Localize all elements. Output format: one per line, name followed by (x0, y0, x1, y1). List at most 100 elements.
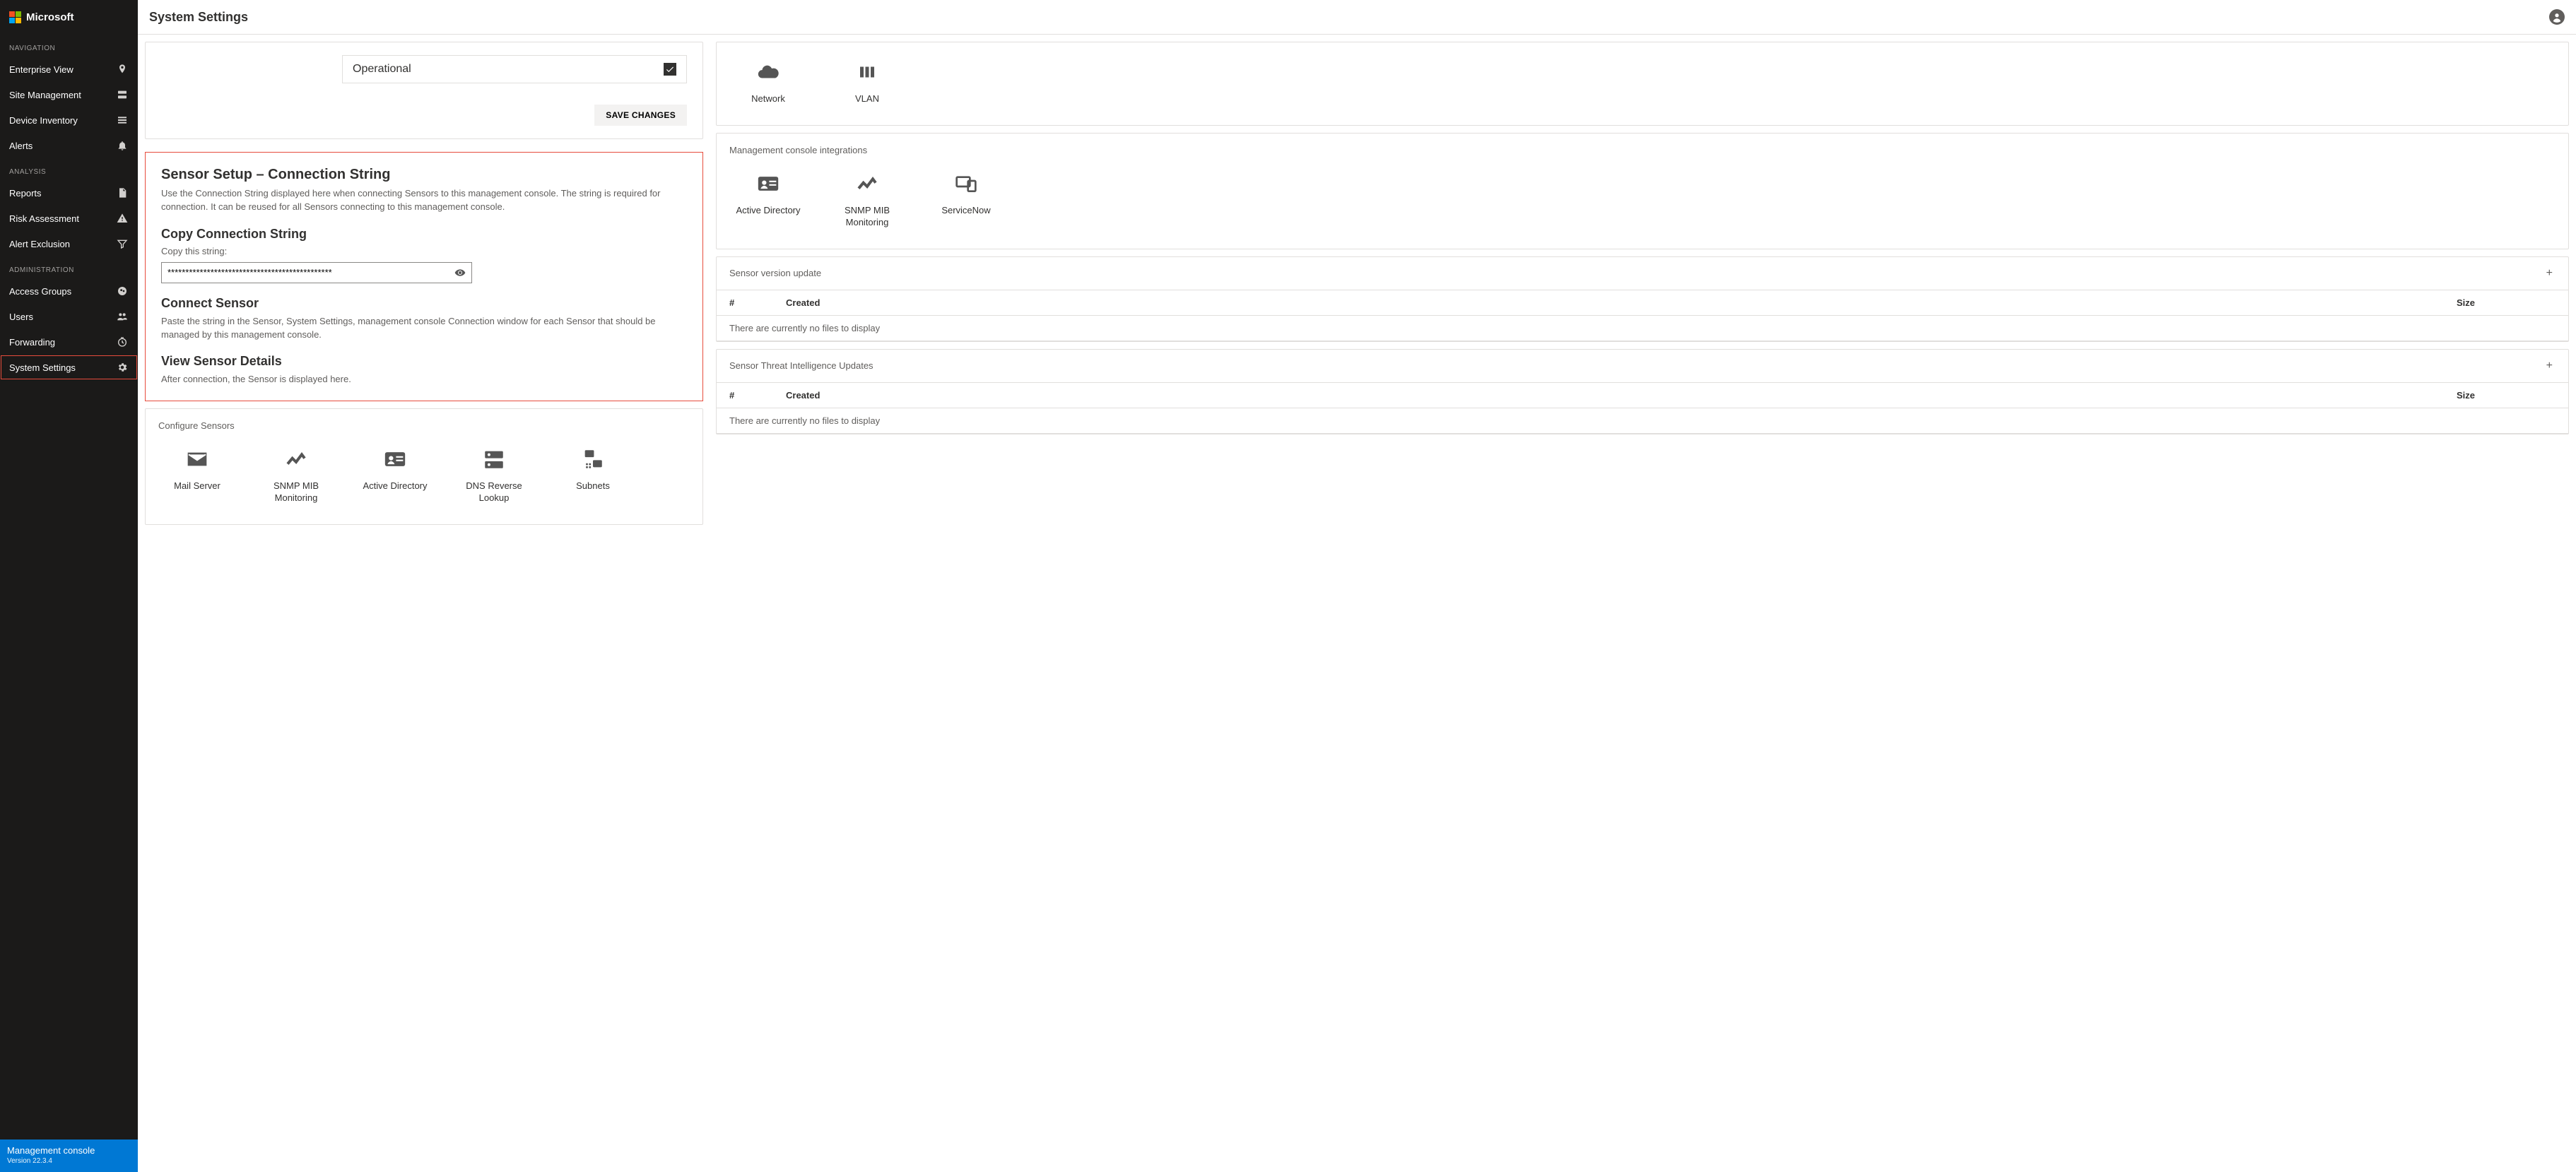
badge-icon (752, 171, 784, 196)
chart-line-icon (280, 446, 312, 472)
tile-snmp-mib[interactable]: SNMP MIB Monitoring (250, 439, 342, 511)
warning-icon (116, 212, 129, 225)
badge-icon (379, 446, 411, 472)
tile-mail-server[interactable]: Mail Server (151, 439, 243, 511)
sensor-version-title: Sensor version update (729, 268, 821, 278)
tile-subnets[interactable]: Subnets (547, 439, 639, 511)
sidebar-item-label: Device Inventory (9, 115, 78, 126)
tile-label: Mail Server (174, 480, 220, 492)
sidebar-item-system-settings[interactable]: System Settings (0, 355, 138, 380)
devices-icon (950, 171, 982, 196)
configure-sensors-title: Configure Sensors (146, 409, 702, 439)
tile-label: SNMP MIB Monitoring (824, 205, 910, 229)
footer-title: Management console (7, 1145, 131, 1156)
tile-label: Active Directory (363, 480, 427, 492)
threat-intel-title: Sensor Threat Intelligence Updates (729, 360, 874, 371)
add-version-button[interactable]: + (2543, 267, 2556, 280)
sidebar-item-risk-assessment[interactable]: Risk Assessment (0, 206, 138, 231)
table-empty-message: There are currently no files to display (717, 315, 2568, 341)
configure-sensors-card: Configure Sensors Mail Server SNMP MIB M… (145, 408, 703, 525)
connect-sensor-title: Connect Sensor (161, 296, 687, 311)
tile-active-directory[interactable]: Active Directory (349, 439, 441, 511)
sidebar-item-label: Enterprise View (9, 64, 73, 75)
sidebar-item-label: Access Groups (9, 286, 71, 297)
user-icon (2551, 11, 2563, 23)
dns-icon (478, 446, 510, 472)
check-icon (665, 64, 675, 74)
view-sensor-title: View Sensor Details (161, 354, 687, 369)
col-created: Created (786, 390, 2457, 401)
sidebar-item-label: Alerts (9, 141, 33, 151)
col-number: # (729, 390, 786, 401)
reveal-icon[interactable] (454, 267, 466, 278)
add-threat-intel-button[interactable]: + (2543, 360, 2556, 372)
subnets-icon (577, 446, 609, 472)
mail-icon (181, 446, 213, 472)
page-title: System Settings (149, 10, 248, 25)
sidebar: Microsoft NAVIGATION Enterprise View Sit… (0, 0, 138, 1172)
table-header: # Created Size (717, 290, 2568, 315)
col-number: # (729, 297, 786, 308)
operational-row: Operational (342, 55, 687, 83)
sidebar-item-label: Site Management (9, 90, 81, 100)
tile-ad-integration[interactable]: Active Directory (722, 164, 814, 236)
sidebar-item-reports[interactable]: Reports (0, 180, 138, 206)
sidebar-item-label: Reports (9, 188, 42, 199)
tile-label: SNMP MIB Monitoring (253, 480, 339, 504)
list-icon (116, 114, 129, 126)
sidebar-item-users[interactable]: Users (0, 304, 138, 329)
col-size: Size (2457, 390, 2556, 401)
operational-checkbox[interactable] (664, 63, 676, 76)
sidebar-item-label: Users (9, 312, 33, 322)
tile-dns-reverse[interactable]: DNS Reverse Lookup (448, 439, 540, 511)
people-icon (116, 310, 129, 323)
sidebar-item-forwarding[interactable]: Forwarding (0, 329, 138, 355)
sidebar-item-enterprise-view[interactable]: Enterprise View (0, 57, 138, 82)
server-icon (116, 88, 129, 101)
sidebar-item-site-management[interactable]: Site Management (0, 82, 138, 107)
sidebar-item-label: Forwarding (9, 337, 55, 348)
connection-string-input[interactable] (167, 267, 454, 278)
tile-label: Network (751, 93, 785, 105)
filter-icon (116, 237, 129, 250)
sensor-setup-desc: Use the Connection String displayed here… (161, 187, 687, 214)
table-empty-message: There are currently no files to display (717, 408, 2568, 434)
sidebar-item-label: Risk Assessment (9, 213, 79, 224)
view-sensor-desc: After connection, the Sensor is displaye… (161, 373, 687, 386)
threat-intel-card: Sensor Threat Intelligence Updates + # C… (716, 349, 2569, 434)
tile-snmp-integration[interactable]: SNMP MIB Monitoring (821, 164, 913, 236)
copy-connection-title: Copy Connection String (161, 227, 687, 242)
brand-text: Microsoft (26, 11, 74, 23)
sensor-version-card: Sensor version update + # Created Size T… (716, 256, 2569, 342)
tile-network[interactable]: Network (722, 52, 814, 112)
footer-subtitle: Version 22.3.4 (7, 1157, 131, 1165)
microsoft-logo-icon (9, 11, 22, 24)
tile-servicenow[interactable]: ServiceNow (920, 164, 1012, 236)
integrations-card: Management console integrations Active D… (716, 133, 2569, 249)
group-circle-icon (116, 285, 129, 297)
user-avatar[interactable] (2549, 9, 2565, 25)
operational-label: Operational (353, 63, 411, 76)
sidebar-item-access-groups[interactable]: Access Groups (0, 278, 138, 304)
sensor-setup-card: Sensor Setup – Connection String Use the… (145, 152, 703, 401)
copy-string-label: Copy this string: (161, 246, 687, 256)
sidebar-item-device-inventory[interactable]: Device Inventory (0, 107, 138, 133)
tile-label: Active Directory (736, 205, 800, 217)
top-right-card: Network VLAN (716, 42, 2569, 126)
operational-card: Operational SAVE CHANGES (145, 42, 703, 139)
tile-label: Subnets (576, 480, 610, 492)
col-created: Created (786, 297, 2457, 308)
tile-vlan[interactable]: VLAN (821, 52, 913, 112)
save-changes-button[interactable]: SAVE CHANGES (594, 105, 687, 126)
sidebar-item-alert-exclusion[interactable]: Alert Exclusion (0, 231, 138, 256)
sidebar-footer[interactable]: Management console Version 22.3.4 (0, 1140, 138, 1172)
map-pin-icon (116, 63, 129, 76)
cloud-icon (752, 59, 784, 85)
sidebar-item-alerts[interactable]: Alerts (0, 133, 138, 158)
tile-label: ServiceNow (941, 205, 990, 217)
file-icon (116, 187, 129, 199)
nav-section-navigation: NAVIGATION (0, 35, 138, 57)
chart-line-icon (851, 171, 883, 196)
connection-string-field (161, 262, 472, 283)
col-size: Size (2457, 297, 2556, 308)
